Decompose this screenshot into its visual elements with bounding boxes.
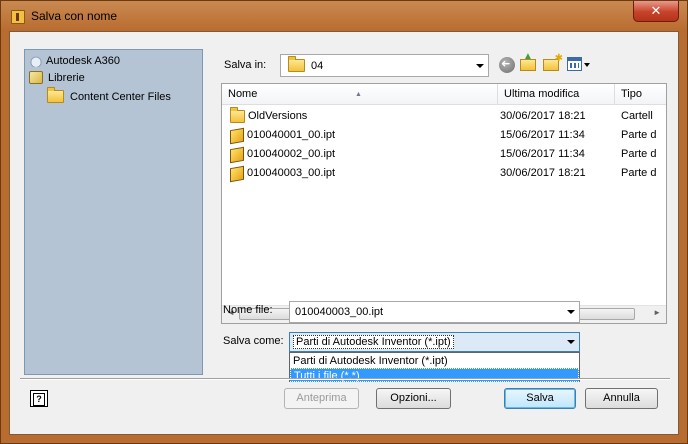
separator — [20, 378, 670, 380]
table-row[interactable]: OldVersions 30/06/2017 18:21 Cartell — [222, 107, 666, 126]
back-icon[interactable] — [499, 57, 515, 73]
save-in-value: 04 — [311, 59, 324, 72]
file-name: 010040003_00.ipt — [247, 167, 336, 179]
chevron-down-icon — [567, 310, 575, 314]
place-autodesk-a360[interactable]: Autodesk A360 — [29, 52, 120, 69]
save-as-label: Salva come: — [223, 335, 284, 347]
part-icon — [230, 165, 244, 182]
chevron-down-icon — [567, 340, 575, 344]
sort-arrow-icon: ▲ — [355, 91, 362, 98]
save-in-combo[interactable]: 04 — [280, 54, 489, 77]
scroll-right-icon[interactable]: ► — [653, 308, 661, 317]
file-name-cell: 010040003_00.ipt — [230, 164, 495, 183]
title-bar[interactable]: Salva con nome ✕ — [1, 1, 687, 31]
file-type: Parte d — [621, 167, 657, 179]
place-librerie[interactable]: Librerie — [29, 69, 85, 86]
file-name-cell: OldVersions — [230, 107, 495, 126]
part-icon — [230, 146, 244, 163]
file-name: 010040002_00.ipt — [247, 148, 336, 160]
save-as-dialog: Salva con nome ✕ Autodesk A360 Librerie … — [0, 0, 688, 444]
preview-button[interactable]: Anteprima — [284, 388, 359, 409]
inventor-app-icon — [11, 10, 25, 24]
dropdown-option-ipt[interactable]: Parti di Autodesk Inventor (*.ipt) — [290, 354, 579, 368]
options-button[interactable]: Opzioni... — [376, 388, 451, 409]
file-date: 30/06/2017 18:21 — [500, 110, 586, 122]
file-type: Cartell — [621, 110, 653, 122]
cloud-icon — [29, 54, 43, 67]
window-title: Salva con nome — [31, 9, 118, 23]
help-button[interactable]: ? — [30, 390, 48, 407]
column-header-ultima-modifica[interactable]: Ultima modifica — [498, 84, 615, 105]
views-menu-icon[interactable] — [567, 57, 582, 71]
column-label: Tipo — [621, 88, 642, 100]
cancel-button[interactable]: Annulla — [585, 388, 658, 409]
library-icon — [29, 71, 43, 84]
places-panel: Autodesk A360 Librerie Content Center Fi… — [24, 49, 203, 375]
column-label: Nome — [228, 88, 258, 100]
filename-label: Nome file: — [223, 304, 273, 316]
new-folder-icon[interactable] — [543, 53, 563, 71]
place-label: Librerie — [48, 71, 85, 84]
chevron-down-icon[interactable] — [584, 63, 590, 67]
folder-icon — [230, 107, 245, 123]
part-icon — [230, 127, 244, 144]
save-in-label: Salva in: — [224, 59, 267, 71]
file-list[interactable]: Nome ▲ Ultima modifica Tipo OldVersions … — [221, 83, 667, 324]
chevron-down-icon — [476, 63, 484, 68]
table-row[interactable]: 010040002_00.ipt 15/06/2017 11:34 Parte … — [222, 145, 666, 164]
file-type: Parte d — [621, 148, 657, 160]
column-header-nome[interactable]: Nome ▲ — [222, 84, 498, 105]
place-label: Autodesk A360 — [46, 54, 121, 67]
place-label: Content Center Files — [70, 90, 171, 103]
close-button[interactable]: ✕ — [633, 1, 679, 22]
folder-icon — [288, 56, 305, 72]
up-folder-icon[interactable] — [520, 51, 536, 71]
filename-value: 010040003_00.ipt — [295, 306, 384, 318]
file-date: 15/06/2017 11:34 — [500, 129, 585, 141]
save-as-combo[interactable]: Parti di Autodesk Inventor (*.ipt) — [289, 332, 580, 352]
dialog-body: Autodesk A360 Librerie Content Center Fi… — [9, 31, 679, 435]
table-row[interactable]: 010040003_00.ipt 30/06/2017 18:21 Parte … — [222, 164, 666, 183]
file-type: Parte d — [621, 129, 657, 141]
file-name-cell: 010040002_00.ipt — [230, 145, 495, 164]
file-name: 010040001_00.ipt — [247, 129, 336, 141]
folder-icon — [47, 87, 64, 103]
save-button[interactable]: Salva — [504, 388, 576, 409]
file-name-cell: 010040001_00.ipt — [230, 126, 495, 145]
filename-combo[interactable]: 010040003_00.ipt — [289, 301, 580, 323]
table-row[interactable]: 010040001_00.ipt 15/06/2017 11:34 Parte … — [222, 126, 666, 145]
file-name: OldVersions — [248, 110, 308, 122]
column-header-tipo[interactable]: Tipo — [615, 84, 666, 105]
place-content-center-files[interactable]: Content Center Files — [47, 87, 171, 105]
file-date: 30/06/2017 18:21 — [500, 167, 586, 179]
file-date: 15/06/2017 11:34 — [500, 148, 585, 160]
save-as-value: Parti di Autodesk Inventor (*.ipt) — [293, 335, 454, 349]
help-icon: ? — [33, 393, 45, 406]
column-label: Ultima modifica — [504, 88, 580, 100]
